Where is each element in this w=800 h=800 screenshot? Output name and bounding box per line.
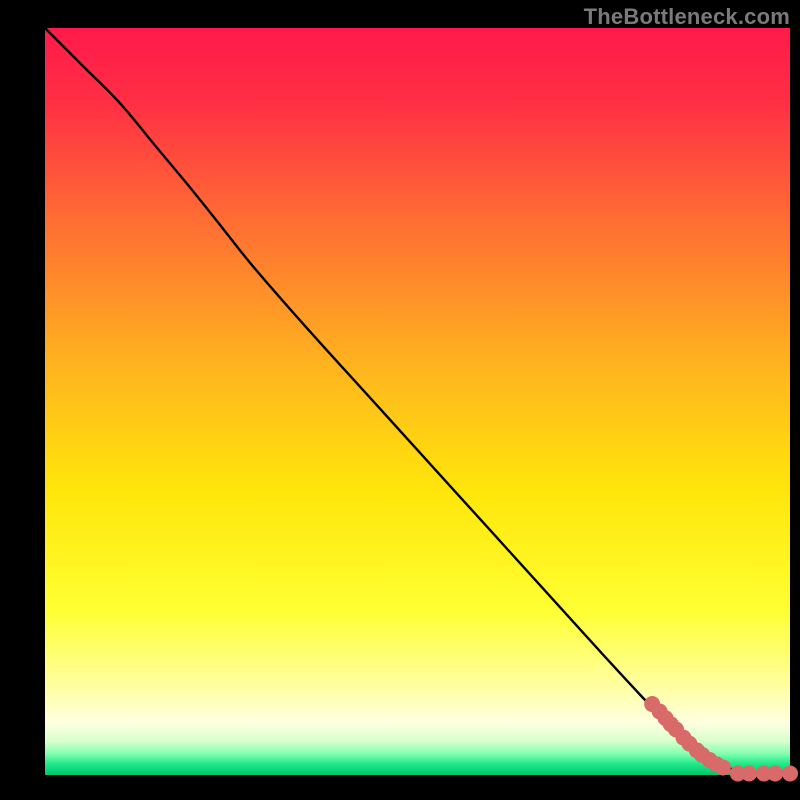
- data-point: [741, 766, 757, 782]
- data-point: [715, 760, 731, 776]
- chart-root: TheBottleneck.com: [0, 0, 800, 800]
- data-point: [782, 766, 798, 782]
- attribution-text: TheBottleneck.com: [584, 4, 790, 30]
- chart-canvas: [0, 0, 800, 800]
- plot-background: [45, 28, 790, 775]
- data-point: [767, 766, 783, 782]
